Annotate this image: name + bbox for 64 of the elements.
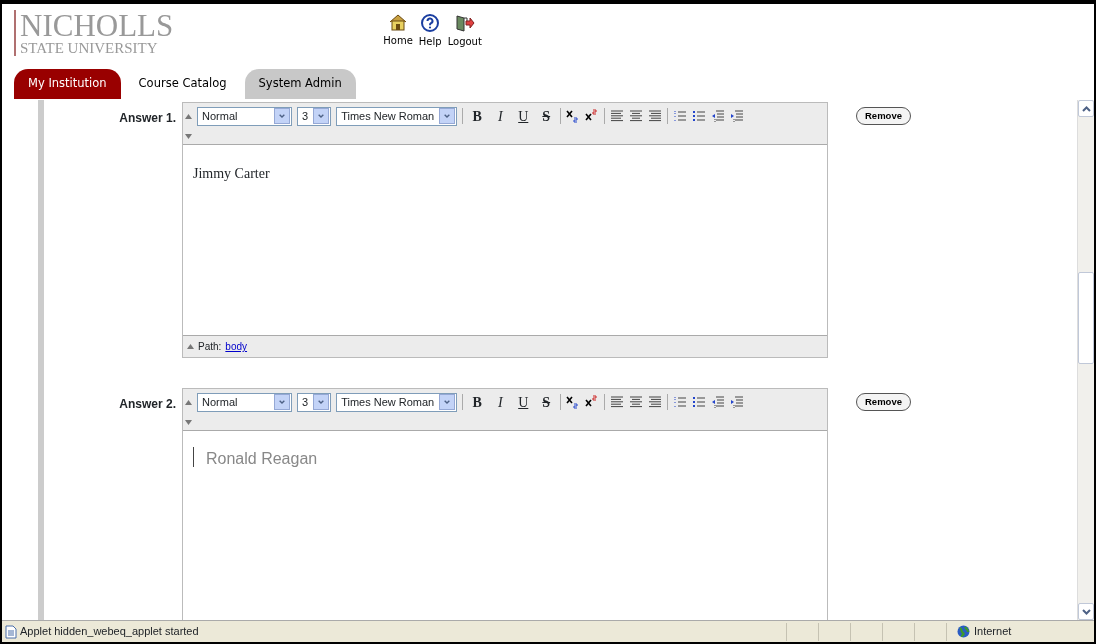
font-size-dropdown[interactable]: 3 — [297, 392, 332, 412]
security-zone: Internet — [974, 624, 1012, 640]
italic-button[interactable]: I — [491, 105, 510, 127]
help-icon — [421, 14, 440, 32]
font-name-dropdown[interactable]: Times New Roman — [336, 106, 458, 126]
nav-link[interactable]: Logout — [447, 14, 482, 49]
nav-link[interactable]: Home — [383, 14, 413, 49]
superscript-icon[interactable] — [585, 395, 600, 409]
path-label: Path: — [198, 340, 222, 354]
expand-down-icon[interactable] — [185, 133, 192, 139]
page-icon — [5, 624, 17, 639]
paragraph-style-dropdown[interactable]: Normal — [197, 392, 292, 412]
collapse-up-icon[interactable] — [185, 113, 192, 119]
indent-icon[interactable] — [730, 109, 745, 123]
align-left-icon[interactable] — [610, 395, 625, 409]
university-logo: NICHOLLS STATE UNIVERSITY — [14, 10, 174, 56]
door-arrow-icon — [454, 14, 475, 32]
nav-tab[interactable]: My Institution — [14, 69, 121, 99]
scroll-down-icon[interactable] — [1081, 608, 1091, 615]
answer-text: Ronald Reagan — [206, 450, 318, 467]
nav-tab[interactable]: Course Catalog — [124, 69, 241, 99]
align-right-icon[interactable] — [648, 109, 663, 123]
nav-link[interactable]: Help — [418, 14, 442, 49]
indent-icon[interactable] — [730, 395, 745, 409]
path-link[interactable]: body — [225, 339, 248, 354]
font-size-dropdown[interactable]: 3 — [297, 106, 332, 126]
strikethrough-button[interactable]: S — [537, 105, 556, 127]
status-message: Applet hidden_webeq_applet started — [20, 624, 199, 640]
answer-label: Answer 1. — [118, 110, 177, 127]
align-center-icon[interactable] — [629, 395, 644, 409]
outdent-icon[interactable] — [711, 109, 726, 123]
editing-area[interactable]: Jimmy Carter — [183, 145, 827, 335]
scroll-up-icon[interactable] — [1081, 105, 1091, 112]
bold-button[interactable]: B — [468, 391, 487, 413]
bullet-list-icon[interactable] — [692, 109, 707, 123]
collapse-up-icon[interactable] — [187, 344, 194, 349]
superscript-icon[interactable] — [585, 109, 600, 123]
bullet-list-icon[interactable] — [692, 395, 707, 409]
subscript-icon[interactable] — [566, 109, 581, 123]
paragraph-style-dropdown[interactable]: Normal — [197, 106, 292, 126]
scroll-thumb[interactable] — [1078, 272, 1094, 364]
collapse-up-icon[interactable] — [185, 399, 192, 405]
align-left-icon[interactable] — [610, 109, 625, 123]
house-icon — [389, 14, 408, 31]
expand-down-icon[interactable] — [185, 419, 192, 425]
underline-button[interactable]: U — [514, 391, 533, 413]
remove-button[interactable]: Remove — [856, 393, 911, 412]
answer-text: Jimmy Carter — [193, 166, 270, 181]
vertical-scrollbar[interactable] — [1077, 100, 1094, 620]
text-cursor — [193, 447, 194, 467]
bold-button[interactable]: B — [468, 105, 487, 127]
editing-area[interactable]: Ronald Reagan — [183, 431, 827, 620]
answer-label: Answer 2. — [118, 396, 177, 413]
strikethrough-button[interactable]: S — [537, 391, 556, 413]
italic-button[interactable]: I — [491, 391, 510, 413]
align-center-icon[interactable] — [629, 109, 644, 123]
font-name-dropdown[interactable]: Times New Roman — [336, 392, 458, 412]
remove-button[interactable]: Remove — [856, 107, 911, 126]
subscript-icon[interactable] — [566, 395, 581, 409]
underline-button[interactable]: U — [514, 105, 533, 127]
outdent-icon[interactable] — [711, 395, 726, 409]
align-right-icon[interactable] — [648, 395, 663, 409]
globe-icon — [957, 625, 970, 638]
nav-tab[interactable]: System Admin — [244, 69, 356, 99]
